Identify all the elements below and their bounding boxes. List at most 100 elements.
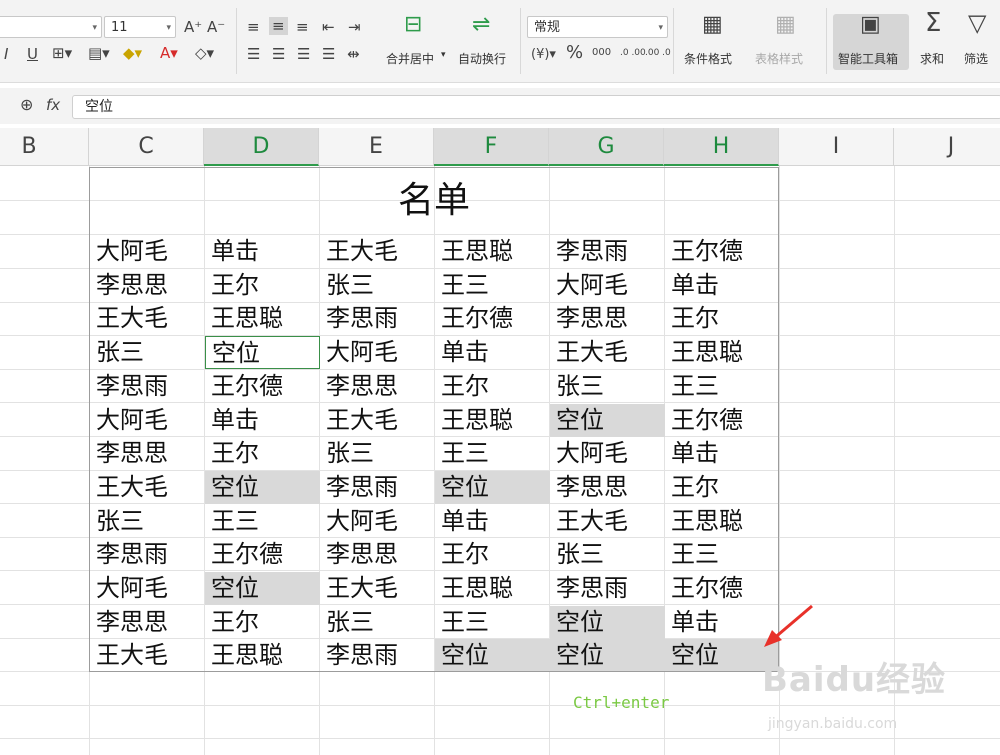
column-header-f[interactable]: F bbox=[434, 128, 549, 166]
cell[interactable]: 王思聪 bbox=[205, 302, 320, 335]
cell[interactable]: 单击 bbox=[435, 336, 550, 369]
cell[interactable]: 李思思 bbox=[550, 471, 665, 504]
cell[interactable]: 王大毛 bbox=[550, 336, 665, 369]
cell[interactable]: 王三 bbox=[435, 269, 550, 302]
auto-wrap-button[interactable]: 自动换行 bbox=[458, 50, 506, 67]
sum-icon[interactable]: Σ bbox=[925, 10, 941, 36]
cell[interactable]: 空位 bbox=[205, 572, 320, 605]
cell[interactable]: 李思雨 bbox=[550, 235, 665, 268]
zoom-formula-icon[interactable]: ⊕ bbox=[20, 96, 33, 114]
fx-icon[interactable]: fx bbox=[46, 96, 60, 114]
merge-center-dropdown[interactable]: ▾ bbox=[441, 50, 446, 60]
toolbox-icon[interactable]: ▣ bbox=[860, 14, 881, 36]
number-format-combo[interactable]: 常规 ▾ bbox=[527, 16, 668, 38]
column-header-g[interactable]: G bbox=[549, 128, 664, 166]
column-header-j[interactable]: J bbox=[894, 128, 1000, 166]
percent-icon[interactable]: % bbox=[566, 44, 583, 62]
cell[interactable]: 李思思 bbox=[320, 538, 435, 571]
cell[interactable]: 王三 bbox=[435, 606, 550, 639]
align-middle-icon[interactable]: ≡ bbox=[269, 17, 288, 35]
cell[interactable]: 王尔 bbox=[205, 606, 320, 639]
distributed-icon[interactable]: ⇹ bbox=[347, 45, 360, 63]
underline-button[interactable]: U bbox=[27, 45, 38, 63]
decimal-increase-icon[interactable]: .0 .00 bbox=[620, 44, 646, 62]
filter-icon[interactable]: ▽ bbox=[968, 11, 986, 35]
cell[interactable]: 王尔德 bbox=[665, 572, 780, 605]
cell[interactable]: 王思聪 bbox=[205, 639, 320, 672]
auto-wrap-icon[interactable]: ⇌ bbox=[472, 14, 490, 36]
cell[interactable]: 张三 bbox=[550, 538, 665, 571]
cell[interactable]: 张三 bbox=[550, 370, 665, 403]
cell[interactable]: 王尔 bbox=[205, 269, 320, 302]
cell[interactable]: 单击 bbox=[205, 235, 320, 268]
cell[interactable]: 王大毛 bbox=[90, 471, 205, 504]
cell[interactable]: 王尔 bbox=[435, 370, 550, 403]
align-bottom-icon[interactable]: ≡ bbox=[296, 18, 309, 36]
cell[interactable]: 李思雨 bbox=[320, 302, 435, 335]
cell[interactable]: 大阿毛 bbox=[90, 572, 205, 605]
cell[interactable]: 王尔德 bbox=[205, 538, 320, 571]
column-header-d[interactable]: D bbox=[204, 128, 319, 166]
cell[interactable]: 单击 bbox=[665, 269, 780, 302]
cell[interactable]: 李思雨 bbox=[320, 639, 435, 672]
cell[interactable]: 李思雨 bbox=[320, 471, 435, 504]
column-header-h[interactable]: H bbox=[664, 128, 779, 166]
align-left-icon[interactable]: ☰ bbox=[247, 45, 260, 63]
table-style-button[interactable]: 表格样式 bbox=[755, 50, 803, 67]
cell[interactable]: 张三 bbox=[90, 505, 205, 538]
font-color-icon[interactable]: A▾ bbox=[160, 44, 178, 62]
cell[interactable]: 王大毛 bbox=[90, 302, 205, 335]
font-decrease-icon[interactable]: A⁻ bbox=[207, 18, 225, 36]
decimal-decrease-icon[interactable]: .00 .0 bbox=[645, 44, 671, 62]
sheet-title[interactable]: 名单 bbox=[89, 167, 779, 235]
cell[interactable]: 空位 bbox=[550, 404, 665, 437]
clear-icon[interactable]: ◇▾ bbox=[195, 44, 214, 62]
column-header-c[interactable]: C bbox=[89, 128, 204, 166]
thousands-icon[interactable]: 000 bbox=[592, 44, 611, 62]
cell[interactable]: 王三 bbox=[665, 538, 780, 571]
cell[interactable]: 空位 bbox=[550, 606, 665, 639]
cell[interactable]: 王三 bbox=[665, 370, 780, 403]
formula-input[interactable]: 空位 bbox=[72, 95, 1000, 119]
merge-center-button[interactable]: 合并居中 bbox=[386, 50, 434, 67]
cell[interactable]: 王三 bbox=[205, 505, 320, 538]
italic-button[interactable]: I bbox=[4, 45, 8, 63]
cell[interactable]: 李思雨 bbox=[90, 370, 205, 403]
cell-style-icon[interactable]: ▤▾ bbox=[88, 44, 110, 62]
align-right-icon[interactable]: ☰ bbox=[297, 45, 310, 63]
table-style-icon[interactable]: ▦ bbox=[775, 14, 796, 36]
align-top-icon[interactable]: ≡ bbox=[247, 18, 260, 36]
cell[interactable]: 王尔德 bbox=[665, 235, 780, 268]
cell[interactable]: 单击 bbox=[205, 404, 320, 437]
column-header-e[interactable]: E bbox=[319, 128, 434, 166]
cell[interactable]: 大阿毛 bbox=[550, 269, 665, 302]
indent-increase-icon[interactable]: ⇥ bbox=[348, 18, 361, 36]
sum-button[interactable]: 求和 bbox=[920, 50, 944, 67]
cell[interactable]: 李思思 bbox=[90, 606, 205, 639]
cell[interactable]: 空位 bbox=[435, 471, 550, 504]
conditional-format-button[interactable]: 条件格式 bbox=[684, 50, 732, 67]
cell[interactable]: 王三 bbox=[435, 437, 550, 470]
cell[interactable]: 王大毛 bbox=[550, 505, 665, 538]
cell[interactable]: 王思聪 bbox=[435, 572, 550, 605]
align-center-icon[interactable]: ☰ bbox=[272, 45, 285, 63]
cell[interactable]: 大阿毛 bbox=[320, 336, 435, 369]
font-increase-icon[interactable]: A⁺ bbox=[184, 18, 202, 36]
fill-color-icon[interactable]: ◆▾ bbox=[123, 44, 142, 62]
font-size-combo[interactable]: 11 ▾ bbox=[104, 16, 176, 38]
cell[interactable]: 李思思 bbox=[90, 269, 205, 302]
cell[interactable]: 王尔 bbox=[435, 538, 550, 571]
border-icon[interactable]: ⊞▾ bbox=[52, 44, 72, 62]
cell[interactable]: 李思思 bbox=[320, 370, 435, 403]
cell[interactable]: 王大毛 bbox=[90, 639, 205, 672]
filter-button[interactable]: 筛选 bbox=[964, 50, 988, 67]
column-header-i[interactable]: I bbox=[779, 128, 894, 166]
cell[interactable]: 王尔德 bbox=[435, 302, 550, 335]
cell[interactable]: 李思思 bbox=[550, 302, 665, 335]
cell[interactable]: 王思聪 bbox=[435, 404, 550, 437]
cell[interactable]: 王尔德 bbox=[205, 370, 320, 403]
cell[interactable]: 空位 bbox=[435, 639, 550, 672]
justify-icon[interactable]: ☰ bbox=[322, 45, 335, 63]
cell[interactable]: 大阿毛 bbox=[550, 437, 665, 470]
cell[interactable]: 王尔 bbox=[665, 471, 780, 504]
